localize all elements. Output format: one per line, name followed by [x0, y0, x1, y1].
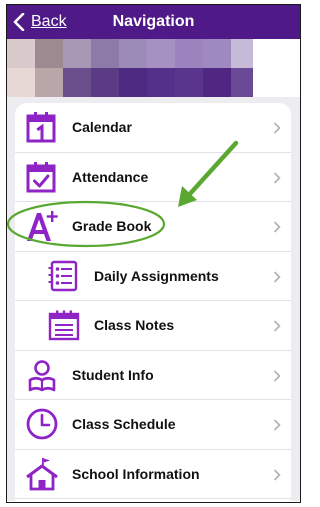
school-house-icon — [26, 457, 58, 490]
menu-item-label: Class Schedule — [72, 416, 176, 432]
menu-item-calendar[interactable]: Calendar — [15, 103, 291, 153]
navigation-bar: Back Navigation — [7, 5, 300, 39]
chevron-right-icon — [273, 221, 281, 233]
clock-icon — [26, 408, 58, 440]
chevron-right-icon — [273, 171, 281, 184]
chevron-right-icon — [273, 320, 281, 332]
grade-a-plus-icon — [27, 211, 58, 241]
chevron-right-icon — [273, 270, 281, 283]
blurred-student-banner — [7, 39, 300, 97]
menu-item-school-information[interactable]: School Information — [15, 450, 291, 499]
chevron-right-icon — [273, 122, 281, 134]
menu-item-label: School Information — [72, 465, 200, 482]
student-reading-icon — [28, 359, 56, 391]
menu-item-label: Attendance — [72, 168, 149, 185]
chevron-right-icon — [273, 468, 281, 481]
menu-item-attendance[interactable]: Attendance — [15, 153, 291, 202]
page-title: Navigation — [112, 13, 195, 30]
menu-item-daily-assignments[interactable]: Daily Assignments — [15, 252, 291, 301]
menu-list-background: Calendar Attendance Grade Book Daily Ass… — [7, 97, 300, 502]
chevron-right-icon — [273, 369, 281, 382]
menu-item-grade-book[interactable]: Grade Book — [15, 202, 291, 252]
menu-item-label: Calendar — [72, 119, 132, 135]
checklist-icon — [48, 260, 78, 291]
chevron-right-icon — [273, 419, 281, 431]
menu-item-label: Class Notes — [94, 317, 175, 333]
menu-item-class-schedule[interactable]: Class Schedule — [15, 400, 291, 450]
notepad-icon — [48, 310, 80, 341]
menu-item-label: Daily Assignments — [94, 267, 219, 284]
attendance-check-icon — [26, 161, 56, 192]
menu-item-label: Student Info — [72, 366, 154, 383]
calendar-icon — [26, 112, 56, 143]
menu-item-class-notes[interactable]: Class Notes — [15, 301, 291, 351]
menu-item-label: Grade Book — [72, 218, 152, 234]
menu-item-student-info[interactable]: Student Info — [15, 351, 291, 400]
phone-screen: Back Navigation Calendar Attendance Grad… — [6, 4, 301, 503]
menu-card: Calendar Attendance Grade Book Daily Ass… — [15, 103, 291, 502]
